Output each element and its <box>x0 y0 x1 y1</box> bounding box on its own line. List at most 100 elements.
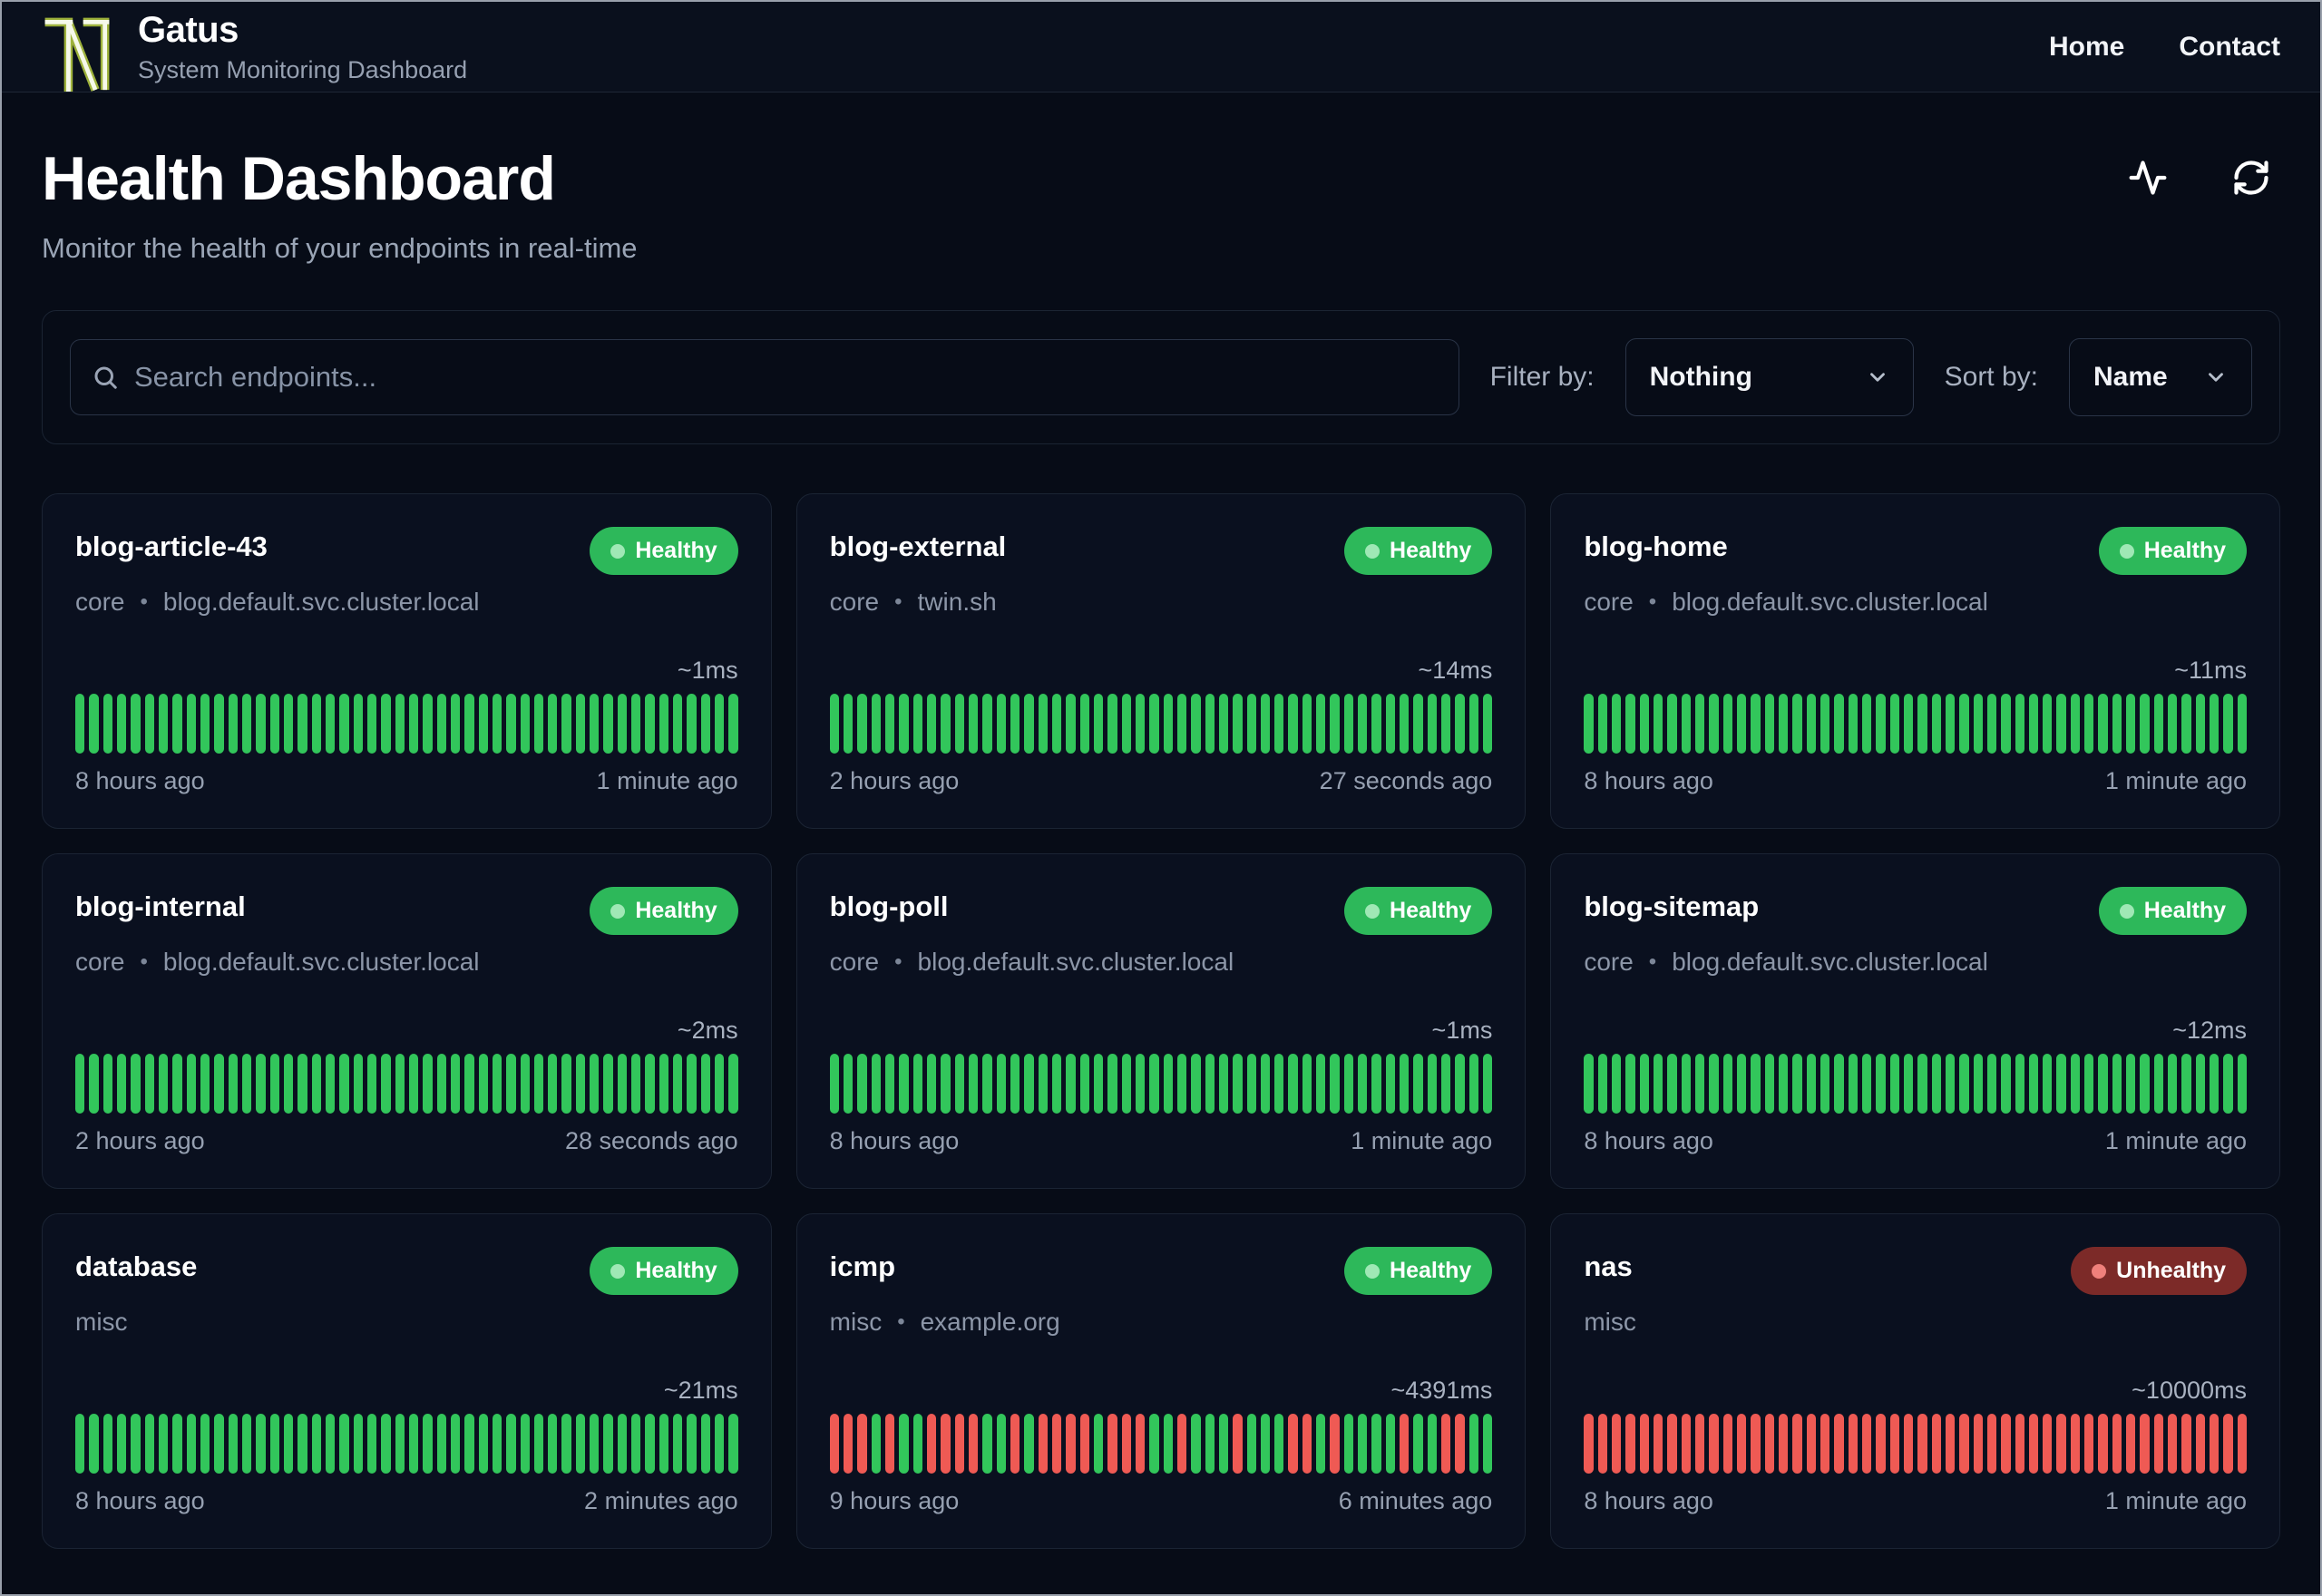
uptime-bar[interactable] <box>1385 694 1396 754</box>
uptime-bar[interactable] <box>1778 1414 1789 1474</box>
uptime-bar[interactable] <box>1945 1054 1956 1114</box>
uptime-bar[interactable] <box>298 694 307 754</box>
uptime-bar[interactable] <box>1764 1414 1774 1474</box>
uptime-bar[interactable] <box>241 694 252 754</box>
uptime-bar[interactable] <box>2015 1054 2024 1114</box>
uptime-bar[interactable] <box>186 1414 196 1474</box>
uptime-bar[interactable] <box>912 694 922 754</box>
uptime-bar[interactable] <box>1722 1054 1732 1114</box>
uptime-bar[interactable] <box>172 1054 182 1114</box>
uptime-bar[interactable] <box>1667 1414 1677 1474</box>
uptime-bar[interactable] <box>1191 1414 1201 1474</box>
uptime-bar[interactable] <box>228 694 238 754</box>
uptime-bar[interactable] <box>2140 1414 2150 1474</box>
uptime-bar[interactable] <box>1135 1054 1146 1114</box>
uptime-bar[interactable] <box>1205 1054 1215 1114</box>
uptime-bar[interactable] <box>1848 1054 1858 1114</box>
uptime-bar[interactable] <box>659 694 669 754</box>
uptime-bar[interactable] <box>1483 1054 1493 1114</box>
uptime-bar[interactable] <box>1163 694 1173 754</box>
uptime-bar[interactable] <box>1441 694 1451 754</box>
uptime-bar[interactable] <box>926 1414 937 1474</box>
uptime-bar[interactable] <box>506 694 516 754</box>
uptime-bar[interactable] <box>1093 1054 1104 1114</box>
uptime-bar[interactable] <box>186 694 196 754</box>
uptime-bar[interactable] <box>843 694 854 754</box>
uptime-bar[interactable] <box>1917 1414 1927 1474</box>
uptime-bar[interactable] <box>1751 1054 1761 1114</box>
uptime-bar[interactable] <box>1260 694 1271 754</box>
uptime-bar[interactable] <box>603 1054 613 1114</box>
uptime-bar[interactable] <box>1667 1054 1677 1114</box>
uptime-bar[interactable] <box>575 694 586 754</box>
uptime-bar[interactable] <box>1653 1054 1663 1114</box>
uptime-bar[interactable] <box>200 1414 210 1474</box>
uptime-bar[interactable] <box>1876 1414 1886 1474</box>
uptime-bar[interactable] <box>1848 1414 1858 1474</box>
uptime-bar[interactable] <box>1149 1414 1159 1474</box>
uptime-bar[interactable] <box>996 1054 1006 1114</box>
uptime-bar[interactable] <box>603 694 613 754</box>
uptime-bar[interactable] <box>1427 1054 1438 1114</box>
uptime-bar[interactable] <box>1455 1414 1465 1474</box>
uptime-bar[interactable] <box>2210 1054 2220 1114</box>
uptime-bar[interactable] <box>1694 1054 1705 1114</box>
uptime-bar[interactable] <box>590 694 600 754</box>
uptime-bar[interactable] <box>1135 1414 1146 1474</box>
uptime-bar[interactable] <box>1358 1414 1368 1474</box>
uptime-bar[interactable] <box>1024 694 1034 754</box>
uptime-bar[interactable] <box>450 1054 461 1114</box>
uptime-bar[interactable] <box>325 1054 336 1114</box>
uptime-bar[interactable] <box>1455 1054 1465 1114</box>
uptime-bar[interactable] <box>144 694 154 754</box>
uptime-bar[interactable] <box>2153 694 2164 754</box>
uptime-bar[interactable] <box>968 1054 979 1114</box>
uptime-bar[interactable] <box>1176 1414 1187 1474</box>
uptime-bar[interactable] <box>687 1054 697 1114</box>
uptime-bar[interactable] <box>1218 1054 1229 1114</box>
uptime-bar[interactable] <box>1205 1414 1215 1474</box>
uptime-bar[interactable] <box>1889 1054 1899 1114</box>
uptime-bar[interactable] <box>1681 1414 1691 1474</box>
uptime-bar[interactable] <box>102 694 112 754</box>
uptime-bar[interactable] <box>1986 1414 1997 1474</box>
uptime-bar[interactable] <box>241 1054 252 1114</box>
uptime-bar[interactable] <box>1274 694 1284 754</box>
uptime-bar[interactable] <box>214 1054 224 1114</box>
uptime-bar[interactable] <box>1625 694 1635 754</box>
uptime-bar[interactable] <box>1584 694 1594 754</box>
uptime-bar[interactable] <box>899 1054 909 1114</box>
uptime-bar[interactable] <box>311 1414 321 1474</box>
uptime-bar[interactable] <box>283 1054 294 1114</box>
uptime-bar[interactable] <box>325 694 336 754</box>
uptime-bar[interactable] <box>366 1054 377 1114</box>
uptime-bar[interactable] <box>2001 1414 2011 1474</box>
uptime-bar[interactable] <box>311 1054 321 1114</box>
uptime-bar[interactable] <box>2112 1414 2122 1474</box>
uptime-bar[interactable] <box>1163 1054 1173 1114</box>
uptime-bar[interactable] <box>1820 1414 1830 1474</box>
uptime-bar[interactable] <box>700 1414 711 1474</box>
uptime-bar[interactable] <box>954 1054 964 1114</box>
uptime-bar[interactable] <box>1681 1054 1691 1114</box>
uptime-bar[interactable] <box>2237 1414 2248 1474</box>
uptime-bar[interactable] <box>478 1414 488 1474</box>
uptime-bar[interactable] <box>1709 694 1719 754</box>
uptime-bar[interactable] <box>228 1414 238 1474</box>
uptime-bar[interactable] <box>884 1414 895 1474</box>
uptime-bar[interactable] <box>1260 1414 1271 1474</box>
uptime-bar[interactable] <box>1694 1414 1705 1474</box>
uptime-bar[interactable] <box>1834 694 1844 754</box>
uptime-bar[interactable] <box>1010 694 1020 754</box>
uptime-bar[interactable] <box>1468 1414 1479 1474</box>
uptime-bar[interactable] <box>1358 1054 1368 1114</box>
uptime-bar[interactable] <box>884 1054 895 1114</box>
uptime-bar[interactable] <box>89 694 99 754</box>
uptime-bar[interactable] <box>715 694 725 754</box>
uptime-bar[interactable] <box>1903 1054 1914 1114</box>
uptime-bar[interactable] <box>899 1414 909 1474</box>
uptime-bar[interactable] <box>2056 1414 2066 1474</box>
uptime-bar[interactable] <box>2043 694 2053 754</box>
uptime-bar[interactable] <box>1371 694 1381 754</box>
uptime-bar[interactable] <box>256 1414 266 1474</box>
